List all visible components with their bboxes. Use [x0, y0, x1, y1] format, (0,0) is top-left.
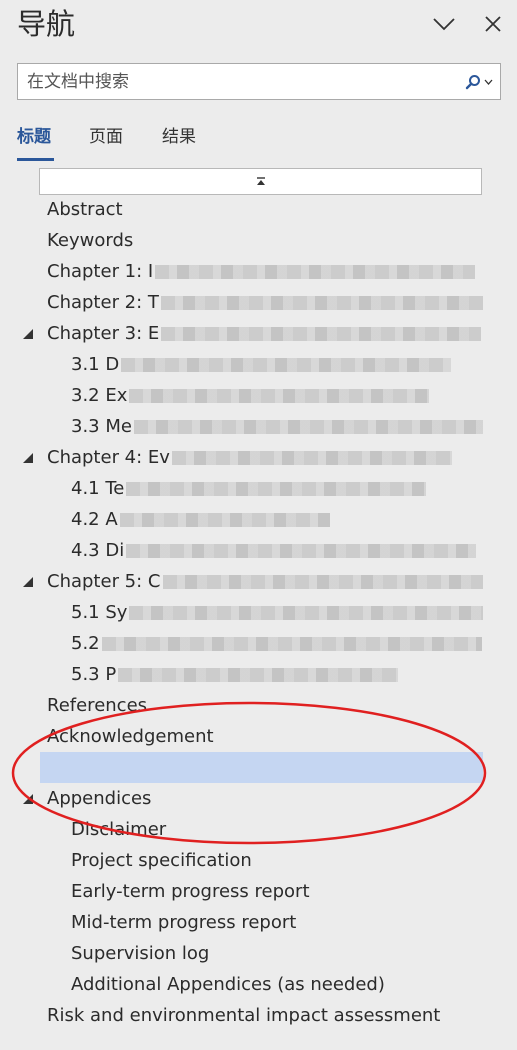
redacted-text-blur	[126, 482, 427, 496]
redacted-text-blur	[162, 575, 483, 589]
pane-title: 导航	[17, 7, 76, 41]
heading-item[interactable]: References	[40, 690, 483, 721]
heading-label: Disclaimer	[71, 819, 167, 840]
close-icon	[485, 16, 501, 32]
heading-item[interactable]: 5.2	[40, 628, 483, 659]
heading-item[interactable]: Project specification	[40, 845, 483, 876]
heading-item[interactable]: 4.3 Di	[40, 535, 483, 566]
redacted-text-blur	[121, 358, 452, 372]
heading-label: Mid-term progress report	[71, 912, 297, 933]
heading-item[interactable]: Chapter 1: I	[40, 256, 483, 287]
heading-label: 4.2 A	[71, 509, 118, 530]
redacted-text-blur	[129, 606, 483, 620]
heading-item[interactable]: 5.1 Sy	[40, 597, 483, 628]
heading-item[interactable]: Chapter 3: E	[40, 318, 483, 349]
heading-item[interactable]: Chapter 2: T	[40, 287, 483, 318]
heading-item[interactable]: Abstract	[40, 194, 483, 225]
pane-options-button[interactable]	[430, 10, 458, 38]
heading-item[interactable]: Chapter 4: Ev	[40, 442, 483, 473]
heading-item[interactable]: Early-term progress report	[40, 876, 483, 907]
redacted-text-blur	[171, 451, 452, 465]
heading-label: Keywords	[47, 230, 134, 251]
heading-label: Acknowledgement	[47, 726, 214, 747]
redacted-text-blur	[160, 296, 483, 310]
heading-item[interactable]: Additional Appendices (as needed)	[40, 969, 483, 1000]
heading-label: 3.1 D	[71, 354, 120, 375]
search-box	[17, 63, 501, 100]
heading-label: Chapter 3: E	[47, 323, 160, 344]
heading-label: Risk and environmental impact assessment	[47, 1005, 441, 1026]
redacted-text-blur	[155, 265, 476, 279]
heading-item[interactable]: 4.2 A	[40, 504, 483, 535]
heading-label: References	[47, 695, 148, 716]
heading-item[interactable]: Supervision log	[40, 938, 483, 969]
close-pane-button[interactable]	[479, 10, 507, 38]
collapse-up-icon	[256, 177, 265, 185]
redacted-text-blur	[118, 668, 399, 682]
expanded-triangle-icon[interactable]	[21, 451, 35, 465]
heading-label: Project specification	[71, 850, 252, 871]
heading-label: Chapter 1: I	[47, 261, 154, 282]
heading-label: Abstract	[47, 199, 123, 220]
heading-label: 5.2	[71, 633, 100, 654]
tab-headings[interactable]: 标题	[17, 125, 51, 149]
heading-item[interactable]: 3.2 Ex	[40, 380, 483, 411]
heading-label: Supervision log	[71, 943, 210, 964]
heading-label: Chapter 5: C	[47, 571, 161, 592]
heading-item[interactable]: Keywords	[40, 225, 483, 256]
redacted-text-blur	[126, 544, 477, 558]
heading-item[interactable]: Risk and environmental impact assessment	[40, 1000, 483, 1031]
heading-label: 3.2 Ex	[71, 385, 128, 406]
heading-item-selected[interactable]	[40, 752, 483, 783]
search-options-button[interactable]	[462, 70, 496, 94]
heading-label: Chapter 2: T	[47, 292, 159, 313]
heading-item[interactable]: Mid-term progress report	[40, 907, 483, 938]
expanded-triangle-icon[interactable]	[21, 327, 35, 341]
heading-label: Additional Appendices (as needed)	[71, 974, 385, 995]
heading-item[interactable]: Appendices	[40, 783, 483, 814]
heading-item[interactable]: Chapter 5: C	[40, 566, 483, 597]
redacted-text-blur	[101, 637, 482, 651]
tab-results[interactable]: 结果	[162, 125, 196, 149]
heading-label: 4.1 Te	[71, 478, 125, 499]
search-icon	[465, 75, 480, 90]
expanded-triangle-icon[interactable]	[21, 575, 35, 589]
heading-label: Chapter 4: Ev	[47, 447, 170, 468]
redacted-text-blur	[133, 420, 483, 434]
heading-item[interactable]: 3.1 D	[40, 349, 483, 380]
chevron-down-icon	[484, 79, 493, 85]
active-tab-indicator	[17, 158, 54, 161]
expanded-triangle-icon[interactable]	[21, 792, 35, 806]
heading-item[interactable]: 3.3 Me	[40, 411, 483, 442]
heading-label: Early-term progress report	[71, 881, 310, 902]
search-input[interactable]	[18, 64, 458, 99]
heading-label	[40, 757, 47, 778]
heading-label: 5.3 P	[71, 664, 117, 685]
heading-label: 5.1 Sy	[71, 602, 128, 623]
redacted-text-blur	[129, 389, 430, 403]
collapse-headings-button[interactable]	[39, 168, 482, 195]
heading-label: Appendices	[47, 788, 152, 809]
heading-item[interactable]: Acknowledgement	[40, 721, 483, 752]
heading-item[interactable]: 5.3 P	[40, 659, 483, 690]
tab-pages[interactable]: 页面	[89, 125, 123, 149]
heading-item[interactable]: 4.1 Te	[40, 473, 483, 504]
redacted-text-blur	[119, 513, 330, 527]
chevron-down-icon	[433, 18, 455, 31]
heading-item[interactable]: Disclaimer	[40, 814, 483, 845]
heading-label: 4.3 Di	[71, 540, 125, 561]
heading-label: 3.3 Me	[71, 416, 132, 437]
redacted-text-blur	[161, 327, 482, 341]
